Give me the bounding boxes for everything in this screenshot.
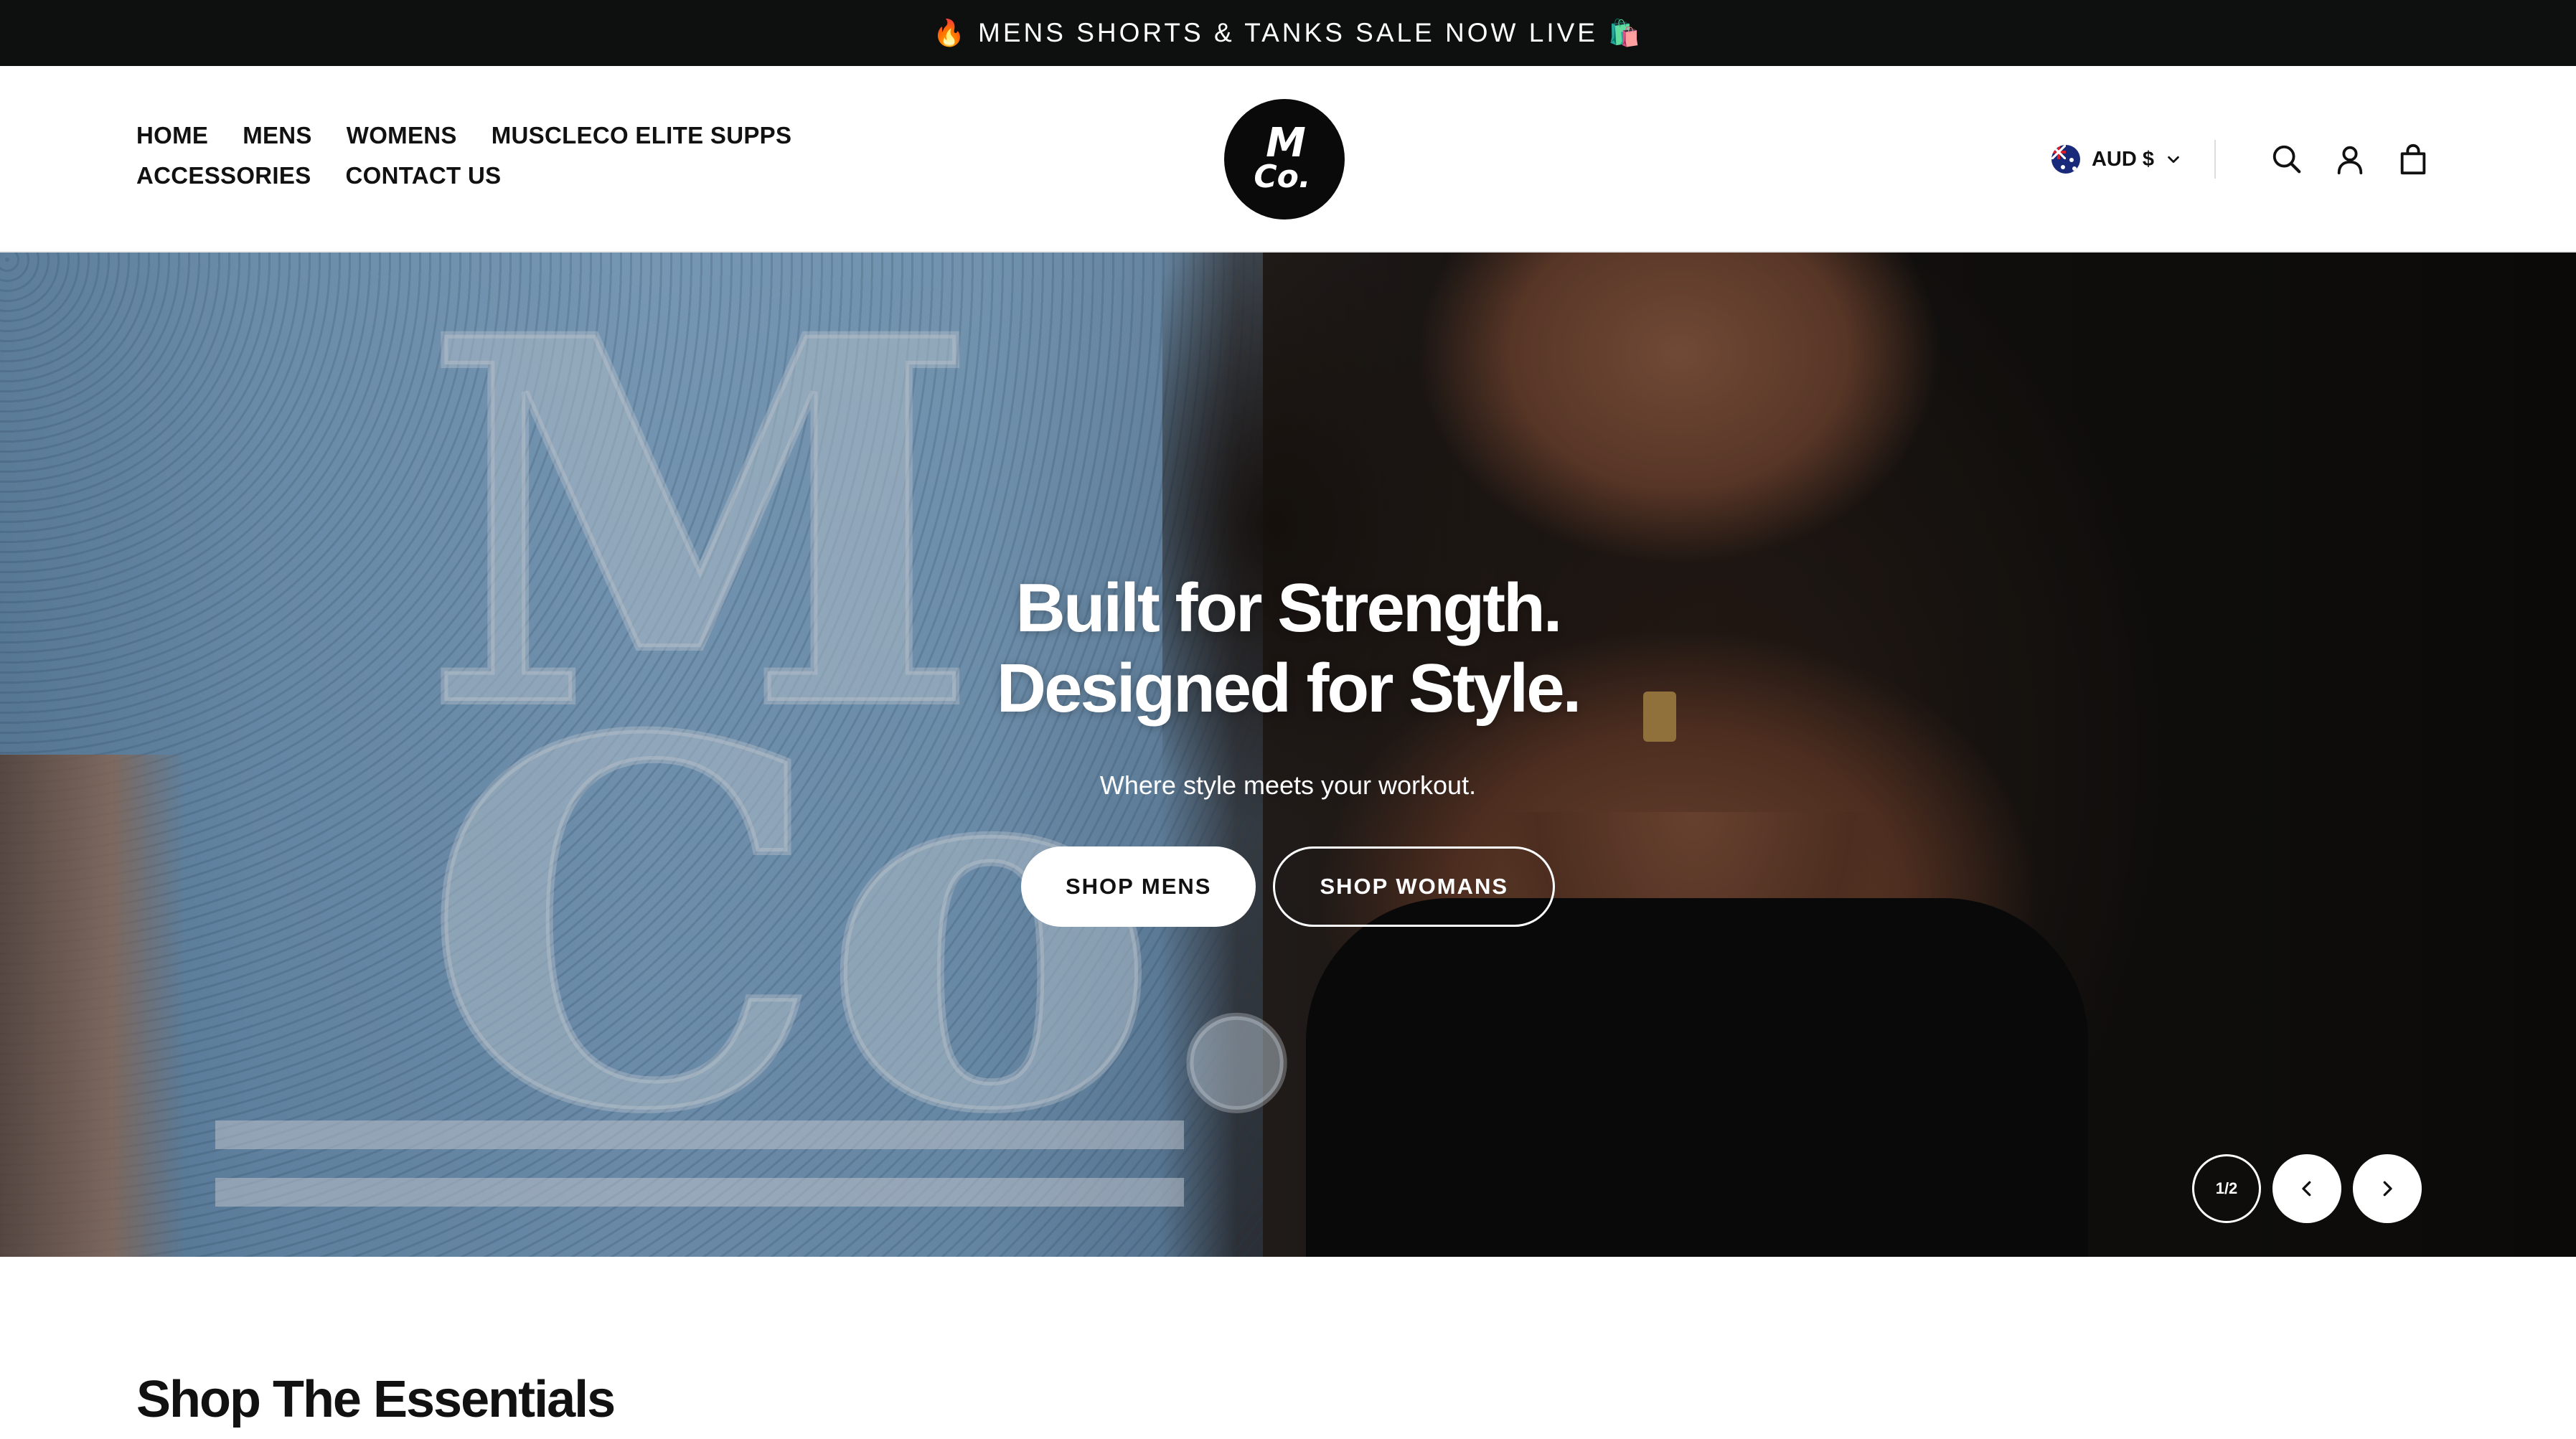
- search-icon: [2272, 145, 2301, 174]
- nav-item-contact-us[interactable]: CONTACT US: [346, 161, 502, 191]
- account-button[interactable]: [2331, 140, 2369, 179]
- next-slide-button[interactable]: [2353, 1154, 2422, 1223]
- announcement-text[interactable]: MENS SHORTS & TANKS SALE NOW LIVE: [978, 18, 1598, 48]
- slide-counter: 1/2: [2192, 1154, 2261, 1223]
- section-title: Shop The Essentials: [136, 1371, 616, 1428]
- nav-item-womens[interactable]: WOMENS: [347, 121, 457, 151]
- site-header: HOME MENS WOMENS MUSCLECO ELITE SUPPS AC…: [0, 66, 2576, 253]
- nav-item-home[interactable]: HOME: [136, 121, 208, 151]
- chevron-right-icon: [2383, 1181, 2392, 1197]
- fire-icon: 🔥: [933, 18, 969, 47]
- currency-label: AUD $: [2091, 147, 2154, 171]
- logo-text-line1: M: [1266, 120, 1306, 166]
- nav-item-mens[interactable]: MENS: [243, 121, 312, 151]
- slider-controls: 1/2: [2192, 1154, 2422, 1223]
- hero-banner: M Co. Built for Strength. Designed for St…: [0, 253, 2576, 1257]
- logo-text-line2: Co.: [1254, 159, 1311, 195]
- nav-item-muscleco-elite-supps[interactable]: MUSCLECO ELITE SUPPS: [492, 121, 792, 151]
- chevron-left-icon: [2302, 1181, 2311, 1197]
- currency-selector[interactable]: AUD $: [2051, 145, 2181, 174]
- hero-title: Built for Strength. Designed for Style.: [996, 568, 1582, 729]
- shop-womans-button[interactable]: SHOP WOMANS: [1273, 846, 1556, 927]
- cart-icon: [2400, 143, 2426, 175]
- hero-title-line2: Designed for Style.: [996, 650, 1582, 727]
- header-divider: [2214, 140, 2216, 179]
- hero-subtitle: Where style meets your workout.: [1099, 770, 1477, 800]
- shopping-bag-icon: 🛍️: [1607, 18, 1643, 47]
- previous-slide-button[interactable]: [2272, 1154, 2341, 1223]
- australia-flag-icon: [2051, 145, 2080, 174]
- chevron-down-icon: [2168, 156, 2179, 164]
- announcement-bar: 🔥 MENS SHORTS & TANKS SALE NOW LIVE 🛍️: [0, 0, 2576, 66]
- hero-content: Built for Strength. Designed for Style. …: [0, 253, 2576, 1257]
- shop-mens-button[interactable]: SHOP MENS: [1020, 846, 1256, 927]
- hero-buttons: SHOP MENS SHOP WOMANS: [1020, 846, 1556, 927]
- nav-item-accessories[interactable]: ACCESSORIES: [136, 161, 311, 191]
- main-nav: HOME MENS WOMENS MUSCLECO ELITE SUPPS AC…: [136, 121, 997, 191]
- hero-title-line1: Built for Strength.: [1015, 570, 1563, 646]
- search-button[interactable]: [2267, 140, 2306, 179]
- header-utilities: AUD $: [2051, 134, 2432, 184]
- account-icon: [2337, 146, 2363, 175]
- cart-button[interactable]: [2394, 140, 2432, 179]
- brand-logo[interactable]: M Co.: [1224, 99, 1345, 220]
